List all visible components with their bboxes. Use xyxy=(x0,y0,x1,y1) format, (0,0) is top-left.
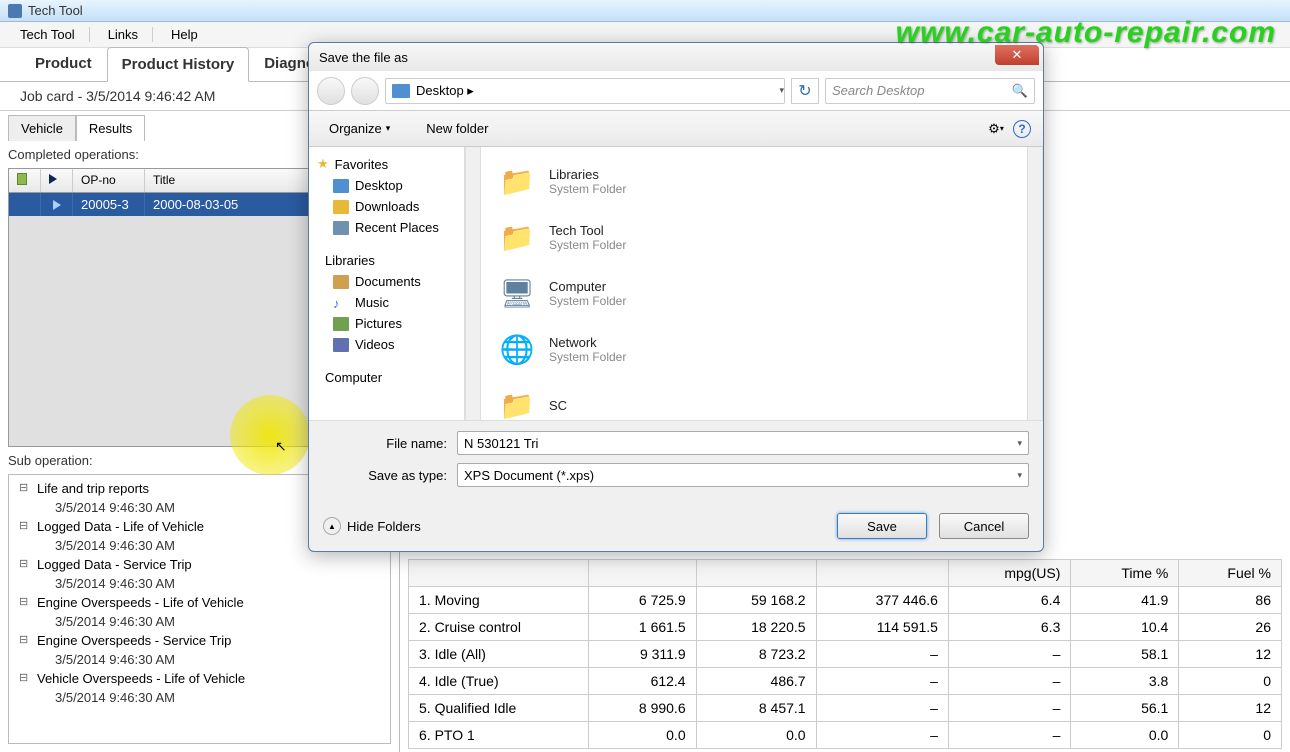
search-icon: 🔍 xyxy=(1012,83,1028,99)
star-icon: ★ xyxy=(317,156,329,172)
table-row[interactable]: 3. Idle (All)9 311.98 723.2––58.112 xyxy=(409,641,1282,668)
tree-node[interactable]: Logged Data - Service Trip xyxy=(15,555,384,574)
sidebar-scrollbar[interactable] xyxy=(465,147,481,420)
file-item[interactable]: 🌐NetworkSystem Folder xyxy=(491,321,1017,377)
table-header: Fuel % xyxy=(1179,560,1282,587)
desktop-icon xyxy=(333,179,349,193)
table-header xyxy=(696,560,816,587)
save-button[interactable]: Save xyxy=(837,513,927,539)
help-icon[interactable]: ? xyxy=(1013,120,1031,138)
music-icon: ♪ xyxy=(333,296,349,310)
newfolder-button[interactable]: New folder xyxy=(418,117,496,140)
file-item[interactable]: 📁Tech ToolSystem Folder xyxy=(491,209,1017,265)
tree-timestamp: 3/5/2014 9:46:30 AM xyxy=(15,688,384,707)
sidebar-item-music[interactable]: ♪Music xyxy=(313,292,460,313)
menu-techtool[interactable]: Tech Tool xyxy=(20,27,90,42)
videos-icon xyxy=(333,338,349,352)
filelist-scrollbar[interactable] xyxy=(1027,147,1043,420)
ops-row-op: 20005-3 xyxy=(73,193,145,216)
table-header: mpg(US) xyxy=(948,560,1070,587)
tree-timestamp: 3/5/2014 9:46:30 AM xyxy=(15,650,384,669)
search-input[interactable]: Search Desktop 🔍 xyxy=(825,78,1035,104)
table-row[interactable]: 4. Idle (True)612.4486.7––3.80 xyxy=(409,668,1282,695)
dialog-sidebar: ★Favorites Desktop Downloads Recent Plac… xyxy=(309,147,465,420)
play-icon xyxy=(49,174,57,184)
pictures-icon xyxy=(333,317,349,331)
network-icon: 🌐 xyxy=(495,327,539,371)
documents-icon xyxy=(333,275,349,289)
table-row[interactable]: 5. Qualified Idle8 990.68 457.1––56.112 xyxy=(409,695,1282,722)
filename-input[interactable]: N 530121 Tri xyxy=(457,431,1029,455)
sidebar-item-desktop[interactable]: Desktop xyxy=(313,175,460,196)
play-icon xyxy=(53,200,61,210)
recent-icon xyxy=(333,221,349,235)
saveas-label: Save as type: xyxy=(323,468,457,483)
tree-node[interactable]: Engine Overspeeds - Service Trip xyxy=(15,631,384,650)
tree-node[interactable]: Engine Overspeeds - Life of Vehicle xyxy=(15,593,384,612)
col-op-header[interactable]: OP-no xyxy=(73,169,145,192)
sidebar-item-downloads[interactable]: Downloads xyxy=(313,196,460,217)
downloads-icon xyxy=(333,200,349,214)
window-title: Tech Tool xyxy=(28,3,83,18)
file-item[interactable]: 🖥ComputerSystem Folder xyxy=(491,265,1017,321)
tree-node[interactable]: Vehicle Overspeeds - Life of Vehicle xyxy=(15,669,384,688)
table-header xyxy=(589,560,697,587)
watermark: www.car-auto-repair.com xyxy=(896,16,1276,50)
hide-folders-button[interactable]: Hide Folders xyxy=(323,517,421,535)
tree-timestamp: 3/5/2014 9:46:30 AM xyxy=(15,612,384,631)
folder-icon: 📁 xyxy=(495,159,539,203)
desktop-icon xyxy=(392,84,410,98)
table-header: Time % xyxy=(1071,560,1179,587)
subtab-vehicle[interactable]: Vehicle xyxy=(8,115,76,141)
data-table: mpg(US)Time %Fuel % 1. Moving6 725.959 1… xyxy=(408,559,1282,749)
tab-product[interactable]: Product xyxy=(20,46,107,81)
organize-button[interactable]: Organize xyxy=(321,117,398,140)
save-file-dialog: Save the file as ✕ Desktop ▸ ▾ ↻ Search … xyxy=(308,42,1044,552)
sidebar-item-documents[interactable]: Documents xyxy=(313,271,460,292)
table-header xyxy=(409,560,589,587)
nav-back-button[interactable] xyxy=(317,77,345,105)
refresh-button[interactable]: ↻ xyxy=(791,78,819,104)
sidebar-item-pictures[interactable]: Pictures xyxy=(313,313,460,334)
filename-label: File name: xyxy=(323,436,457,451)
folder-icon: 📁 xyxy=(495,383,539,420)
menu-links[interactable]: Links xyxy=(108,27,153,42)
tree-timestamp: 3/5/2014 9:46:30 AM xyxy=(15,574,384,593)
table-row[interactable]: 1. Moving6 725.959 168.2377 446.66.441.9… xyxy=(409,587,1282,614)
cancel-button[interactable]: Cancel xyxy=(939,513,1029,539)
folder-icon: 📁 xyxy=(495,215,539,259)
table-header xyxy=(816,560,948,587)
computer-icon: 🖥 xyxy=(495,271,539,315)
view-options-icon[interactable]: ⚙▾ xyxy=(985,118,1007,140)
doc-icon xyxy=(17,173,27,185)
app-icon xyxy=(8,4,22,18)
tab-product-history[interactable]: Product History xyxy=(107,47,250,82)
menu-help[interactable]: Help xyxy=(171,27,212,42)
table-row[interactable]: 6. PTO 10.00.0––0.00 xyxy=(409,722,1282,749)
file-list: 📁LibrariesSystem Folder📁Tech ToolSystem … xyxy=(481,147,1027,420)
table-row[interactable]: 2. Cruise control1 661.518 220.5114 591.… xyxy=(409,614,1282,641)
sidebar-item-videos[interactable]: Videos xyxy=(313,334,460,355)
nav-forward-button[interactable] xyxy=(351,77,379,105)
breadcrumb[interactable]: Desktop ▸ ▾ xyxy=(385,78,785,104)
saveas-dropdown[interactable]: XPS Document (*.xps) xyxy=(457,463,1029,487)
file-item[interactable]: 📁LibrariesSystem Folder xyxy=(491,153,1017,209)
subtab-results[interactable]: Results xyxy=(76,115,145,141)
sidebar-item-recent[interactable]: Recent Places xyxy=(313,217,460,238)
file-item[interactable]: 📁SC xyxy=(491,377,1017,420)
